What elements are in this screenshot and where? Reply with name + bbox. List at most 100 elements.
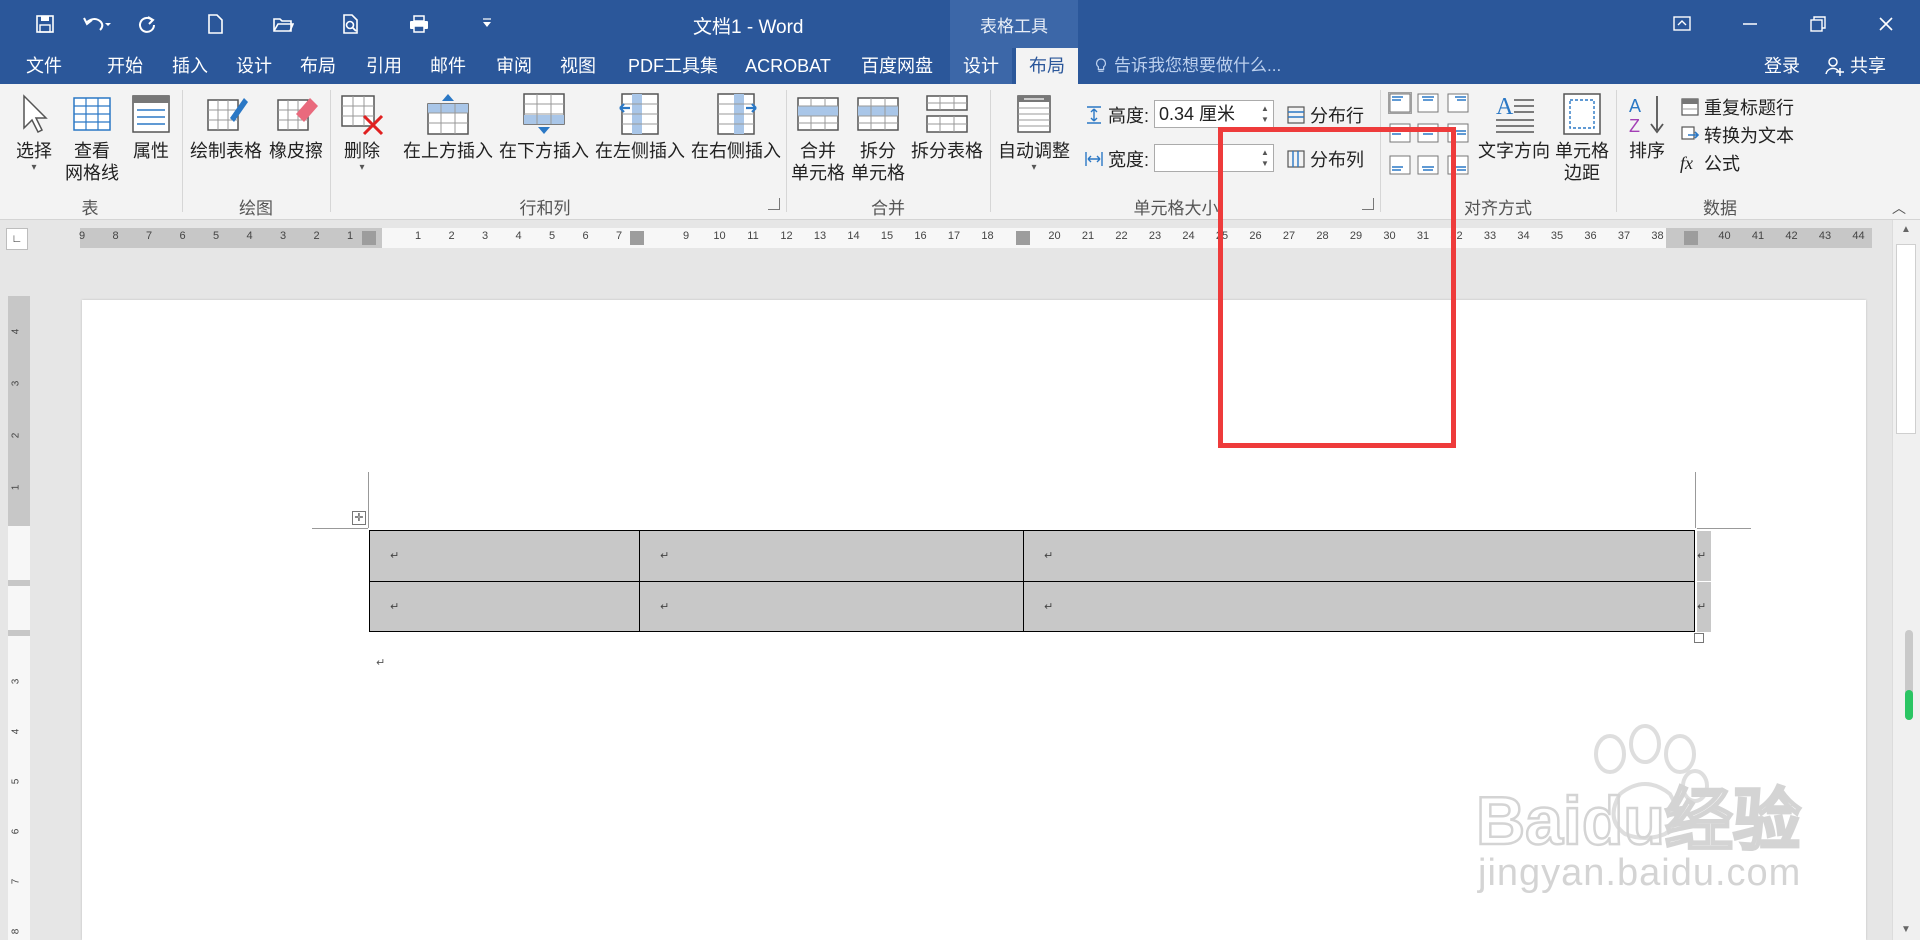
quick-print-icon[interactable] bbox=[396, 8, 442, 40]
autofit-button[interactable]: 自动调整 ▾ bbox=[994, 92, 1074, 174]
distribute-rows-button[interactable]: 分布行 bbox=[1286, 102, 1364, 128]
table-move-handle[interactable]: ✛ bbox=[352, 511, 366, 525]
insert-left-button[interactable]: 在左侧插入 bbox=[592, 92, 688, 162]
cell-margins-button[interactable]: 单元格 边距 bbox=[1552, 92, 1612, 184]
ruler-number: 20 bbox=[1048, 230, 1061, 242]
ruler-number: 15 bbox=[880, 230, 894, 242]
print-preview-icon[interactable] bbox=[328, 8, 374, 40]
split-cells-icon bbox=[857, 97, 899, 131]
text-direction-button[interactable]: A 文字方向 bbox=[1476, 92, 1552, 162]
ruler-number: 23 bbox=[1148, 230, 1162, 242]
split-table-button[interactable]: 拆分表格 bbox=[908, 92, 986, 162]
minimize-icon[interactable] bbox=[1716, 0, 1784, 48]
align-top-right-icon[interactable] bbox=[1446, 92, 1470, 114]
tab-review[interactable]: 审阅 bbox=[486, 48, 542, 84]
tab-home[interactable]: 开始 bbox=[96, 48, 154, 84]
row-height-field[interactable]: 0.34 厘米 ▲ ▼ bbox=[1154, 100, 1274, 128]
tab-mailings[interactable]: 邮件 bbox=[420, 48, 476, 84]
scroll-down-icon[interactable]: ▼ bbox=[1901, 924, 1911, 935]
insert-above-button[interactable]: 在上方插入 bbox=[400, 92, 496, 162]
draw-table-button[interactable]: 绘制表格 bbox=[188, 92, 264, 162]
table-cell[interactable]: ↵ bbox=[1023, 530, 1695, 582]
scrollbar-thumb[interactable] bbox=[1896, 244, 1916, 434]
view-gridlines-button[interactable]: 查看 网格线 bbox=[62, 92, 122, 184]
ruler-column-marker[interactable] bbox=[630, 231, 644, 245]
rows-columns-launcher-icon[interactable] bbox=[768, 198, 780, 210]
collapse-ribbon-icon[interactable]: ︿ bbox=[1892, 198, 1906, 218]
tab-references[interactable]: 引用 bbox=[356, 48, 412, 84]
distribute-rows-label: 分布行 bbox=[1310, 106, 1364, 126]
merge-cells-button[interactable]: 合并 单元格 bbox=[790, 92, 846, 184]
eraser-button[interactable]: 橡皮擦 bbox=[266, 92, 326, 162]
close-icon[interactable] bbox=[1852, 0, 1920, 48]
crop-mark bbox=[368, 472, 369, 528]
insert-below-button[interactable]: 在下方插入 bbox=[496, 92, 592, 162]
share-button[interactable]: 共享 bbox=[1824, 48, 1886, 84]
table-cell[interactable]: ↵ bbox=[369, 530, 640, 582]
ruler-row-marker[interactable] bbox=[8, 630, 30, 636]
ruler-column-marker[interactable] bbox=[1016, 231, 1030, 245]
new-document-icon[interactable] bbox=[192, 8, 238, 40]
group-separator bbox=[786, 90, 787, 212]
sign-in-link[interactable]: 登录 bbox=[1764, 48, 1800, 84]
properties-button[interactable]: 属性 bbox=[126, 92, 176, 162]
table-cell[interactable]: ↵ bbox=[1023, 580, 1695, 632]
tab-layout[interactable]: 布局 bbox=[290, 48, 346, 84]
table-cell[interactable]: ↵ bbox=[369, 580, 640, 632]
table-cell[interactable]: ↵ bbox=[639, 530, 1024, 582]
tab-table-layout[interactable]: 布局 bbox=[1016, 48, 1078, 84]
ruler-row-marker[interactable] bbox=[8, 580, 30, 586]
delete-button[interactable]: 删除 ▾ bbox=[336, 92, 388, 174]
align-top-center-icon[interactable] bbox=[1416, 92, 1440, 114]
group-data-label: 数据 bbox=[1703, 199, 1737, 218]
tab-view[interactable]: 视图 bbox=[550, 48, 606, 84]
insert-right-button[interactable]: 在右侧插入 bbox=[688, 92, 784, 162]
row-end-mark: ↵ bbox=[1697, 582, 1711, 632]
tab-pdf-tools[interactable]: PDF工具集 bbox=[618, 48, 728, 84]
watermark-logo-text: Baidu经验 bbox=[1476, 783, 1801, 859]
horizontal-ruler[interactable]: 9 8 7 6 5 4 3 2 1 1 2 3 4 5 6 7 9 10 11 12 13 14 15 16 17 18 20 21 2… bbox=[79, 228, 1872, 248]
tab-baidu-netdisk[interactable]: 百度网盘 bbox=[850, 48, 944, 84]
ribbon-display-options-icon[interactable] bbox=[1648, 0, 1716, 48]
table-resize-handle[interactable] bbox=[1694, 633, 1704, 643]
formula-button[interactable]: fx 公式 bbox=[1680, 150, 1740, 176]
vertical-ruler[interactable]: 4 3 2 1 3 4 5 6 7 8 bbox=[8, 296, 30, 940]
table-properties-icon bbox=[132, 95, 170, 133]
ruler-number: 34 bbox=[1517, 230, 1530, 242]
height-spinner-icon[interactable]: ▲ ▼ bbox=[1261, 103, 1271, 125]
tab-design[interactable]: 设计 bbox=[226, 48, 282, 84]
sort-button[interactable]: AZ 排序 bbox=[1622, 92, 1672, 162]
ribbon-tab-bar: 文件 开始 插入 设计 布局 引用 邮件 审阅 视图 PDF工具集 ACROBA… bbox=[0, 48, 1920, 84]
tab-acrobat[interactable]: ACROBAT bbox=[738, 48, 838, 84]
ruler-column-marker[interactable] bbox=[362, 231, 376, 245]
convert-to-text-button[interactable]: 转换为文本 bbox=[1680, 122, 1794, 148]
vertical-scrollbar[interactable]: ▲ ▼ bbox=[1892, 220, 1920, 940]
repeat-header-rows-button[interactable]: 重复标题行 bbox=[1680, 94, 1794, 120]
insert-below-label: 在下方插入 bbox=[499, 141, 589, 161]
document-table[interactable]: ↵ ↵ ↵ ↵ ↵ ↵ bbox=[369, 530, 1695, 632]
ruler-column-marker[interactable] bbox=[1684, 231, 1698, 245]
eraser-icon bbox=[277, 98, 318, 131]
chevron-down-icon: ▾ bbox=[1031, 162, 1037, 173]
open-folder-icon[interactable] bbox=[260, 8, 306, 40]
undo-icon[interactable] bbox=[68, 8, 124, 40]
ruler-number: 1 bbox=[10, 484, 22, 491]
window-title: 文档1 - Word bbox=[693, 17, 804, 38]
redo-icon[interactable] bbox=[124, 8, 170, 40]
scroll-up-icon[interactable]: ▲ bbox=[1901, 224, 1911, 235]
save-icon[interactable] bbox=[22, 8, 68, 40]
tab-file[interactable]: 文件 bbox=[14, 48, 74, 84]
tab-table-design[interactable]: 设计 bbox=[950, 48, 1012, 84]
select-button[interactable]: 选择 ▾ bbox=[10, 92, 58, 174]
convert-text-icon bbox=[1681, 126, 1700, 140]
watermark-url: jingyan.baidu.com bbox=[1478, 852, 1802, 894]
customize-qat-icon[interactable] bbox=[464, 8, 510, 40]
align-top-left-icon[interactable] bbox=[1388, 92, 1412, 114]
restore-icon[interactable] bbox=[1784, 0, 1852, 48]
tab-stop-selector[interactable]: ∟ bbox=[6, 228, 28, 250]
group-separator bbox=[990, 90, 991, 212]
tab-insert[interactable]: 插入 bbox=[162, 48, 218, 84]
split-cells-button[interactable]: 拆分 单元格 bbox=[850, 92, 906, 184]
tell-me-search[interactable]: 告诉我您想要做什么... bbox=[1094, 48, 1281, 84]
table-cell[interactable]: ↵ bbox=[639, 580, 1024, 632]
